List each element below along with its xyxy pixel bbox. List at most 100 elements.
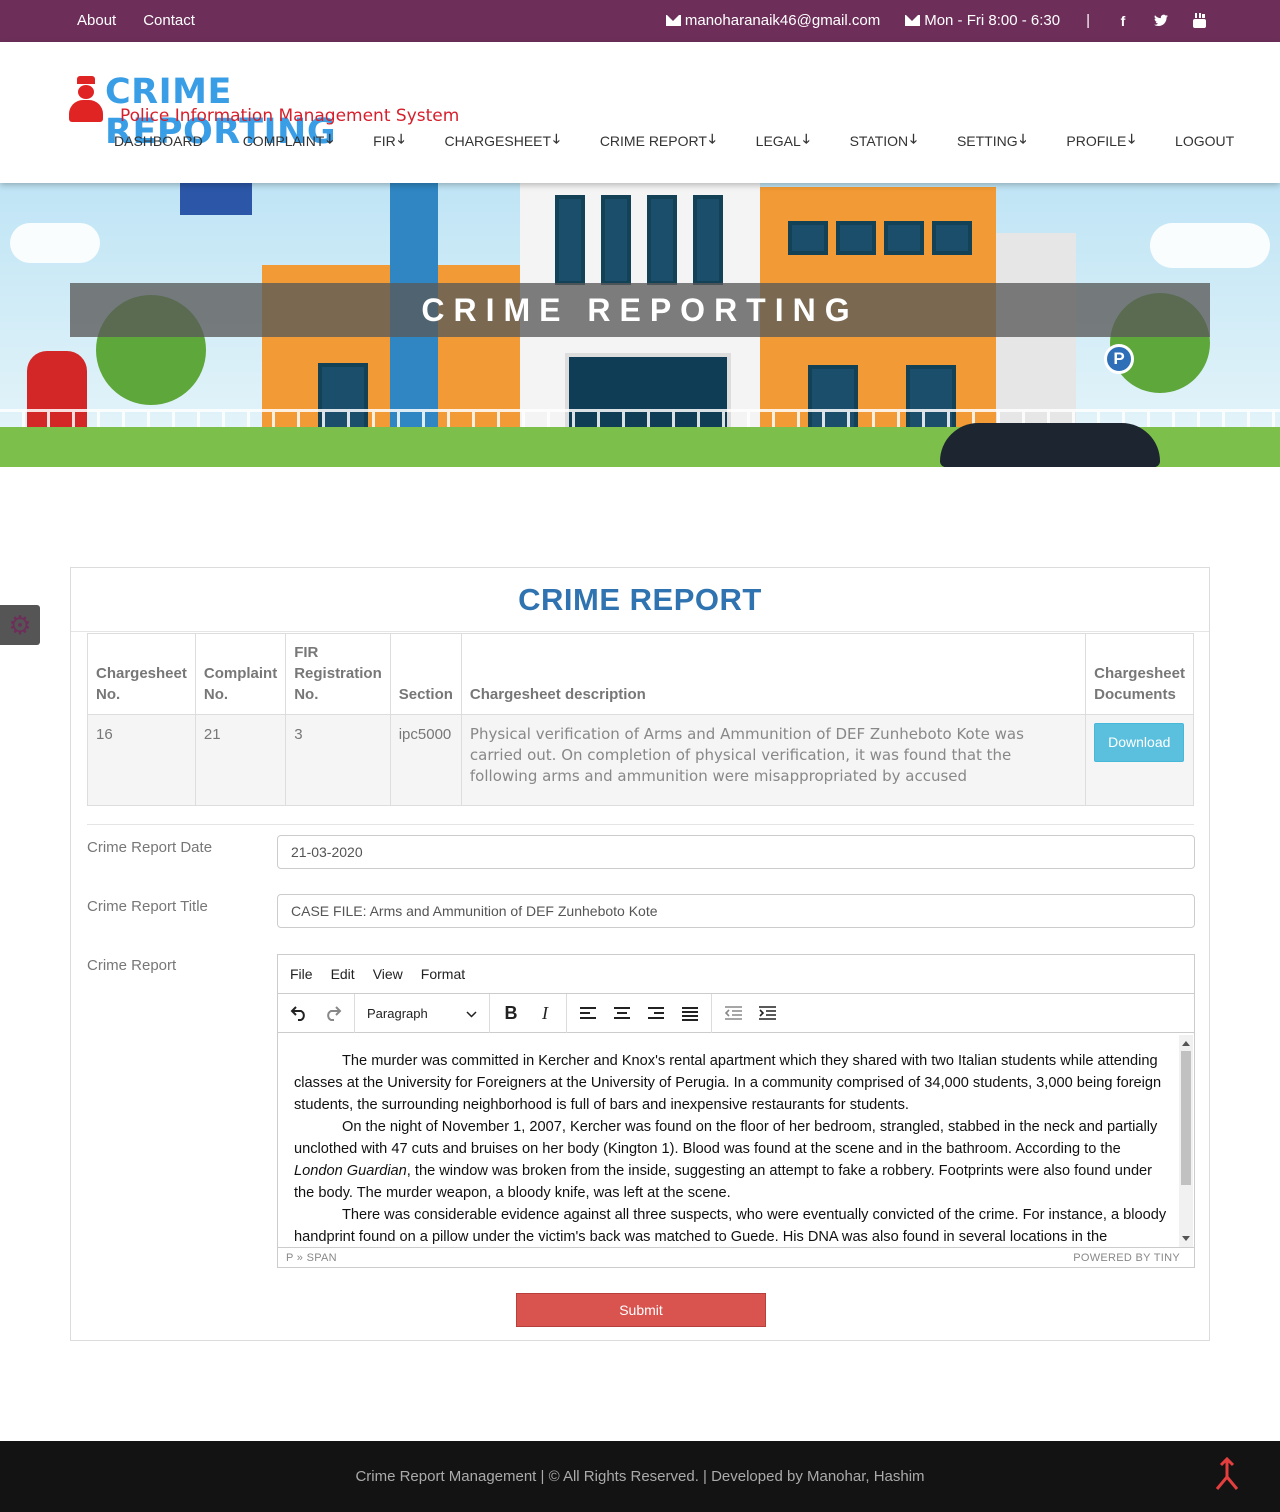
table-row: 16 21 3 ipc5000 Physical verification of… [87, 714, 1194, 806]
report-body-label: Crime Report [87, 957, 177, 974]
twitter-icon[interactable] [1154, 13, 1168, 29]
footer-text: Crime Report Management | © All Rights R… [355, 1468, 925, 1485]
hours-info: Mon - Fri 8:00 - 6:30 [905, 12, 1060, 29]
parking-sign-icon: P [1104, 344, 1134, 374]
nav-complaint[interactable]: COMPLAINT 🡓 [243, 130, 333, 152]
nav-profile[interactable]: PROFILE 🡓 [1066, 130, 1135, 152]
nav-chargesheet[interactable]: CHARGESHEET 🡓 [444, 130, 559, 152]
nav-logout[interactable]: LOGOUT [1175, 130, 1234, 152]
italic-icon[interactable]: I [528, 998, 562, 1028]
cell-section: ipc5000 [389, 714, 462, 806]
submit-button[interactable]: Submit [516, 1293, 766, 1327]
cell-description: Physical verification of Arms and Ammuni… [460, 714, 1087, 806]
menu-view[interactable]: View [373, 966, 403, 982]
editor-italic-text: London Guardian [294, 1163, 407, 1179]
site-logo[interactable]: CRIME REPORTING Police Information Manag… [68, 72, 468, 152]
editor-text: , the window was broken from the inside,… [294, 1163, 1153, 1201]
align-justify-icon[interactable] [673, 998, 707, 1028]
logo-subtitle: Police Information Management System [120, 106, 460, 126]
col-description: Chargesheet description [460, 633, 1087, 715]
menu-format[interactable]: Format [421, 966, 465, 982]
envelope-icon [665, 15, 681, 26]
main-nav: DASHBOARD COMPLAINT 🡓 FIR 🡓 CHARGESHEET 🡓 C… [114, 130, 1234, 152]
cell-fir-no: 3 [285, 714, 391, 806]
redo-icon[interactable] [316, 998, 350, 1028]
nav-fir[interactable]: FIR 🡓 [373, 130, 404, 152]
align-center-icon[interactable] [605, 998, 639, 1028]
history-group [278, 993, 355, 1033]
top-contact-info: manoharanaik46@gmail.com Mon - Fri 8:00 … [665, 12, 1206, 29]
block-format-select[interactable]: Paragraph [359, 998, 485, 1028]
crime-report-panel: CRIME REPORT Chargesheet No. Complaint N… [70, 567, 1210, 1341]
block-format-value: Paragraph [367, 1005, 428, 1021]
powered-by[interactable]: POWERED BY TINY [1073, 1252, 1180, 1264]
align-left-icon[interactable] [571, 998, 605, 1028]
download-button[interactable]: Download [1094, 723, 1185, 762]
nav-dashboard-label: DASHBOARD [114, 133, 203, 149]
report-title-label: Crime Report Title [87, 898, 208, 915]
table-header-row: Chargesheet No. Complaint No. FIR Regist… [87, 633, 1194, 715]
outdent-icon[interactable] [716, 998, 750, 1028]
align-right-icon[interactable] [639, 998, 673, 1028]
editor-toolbar: Paragraph B I [278, 993, 1194, 1033]
nav-legal-label: LEGAL [755, 133, 801, 149]
editor-scrollbar[interactable] [1179, 1035, 1193, 1247]
col-documents: Chargesheet Documents [1085, 633, 1194, 715]
site-header: CRIME REPORTING Police Information Manag… [0, 42, 1280, 183]
format-group: Paragraph [355, 993, 490, 1033]
bold-icon[interactable]: B [494, 998, 528, 1028]
top-separator: | [1086, 12, 1090, 29]
arrow-down-icon: 🡓 [708, 131, 716, 146]
col-fir-no: FIR Registration No. [285, 633, 391, 715]
report-date-field[interactable]: 21-03-2020 [277, 835, 1195, 869]
email-text: manoharanaik46@gmail.com [684, 12, 881, 29]
nav-complaint-label: COMPLAINT [242, 133, 325, 149]
arrow-down-icon: 🡓 [1019, 131, 1027, 146]
nav-dashboard[interactable]: DASHBOARD [114, 130, 203, 152]
banner-heading-band: CRIME REPORTING [70, 283, 1210, 337]
envelope-icon [905, 15, 921, 26]
nav-crime-report[interactable]: CRIME REPORT 🡓 [600, 130, 716, 152]
editor-statusbar: P » SPAN POWERED BY TINY [278, 1247, 1194, 1267]
arrow-down-icon: 🡓 [802, 131, 810, 146]
chevron-down-icon [466, 1006, 477, 1021]
nav-setting[interactable]: SETTING 🡓 [957, 130, 1026, 152]
arrow-down-icon: 🡓 [326, 131, 334, 146]
report-title-field[interactable]: CASE FILE: Arms and Ammunition of DEF Zu… [277, 894, 1195, 928]
chargesheet-table: Chargesheet No. Complaint No. FIR Regist… [87, 633, 1194, 806]
align-group [567, 993, 712, 1033]
top-links: About Contact [77, 12, 195, 29]
page-title: CRIME REPORT [518, 582, 762, 617]
rich-text-editor[interactable]: File Edit View Format Paragraph B I The … [277, 954, 1195, 1268]
youtube-icon[interactable] [1192, 13, 1206, 29]
menu-file[interactable]: File [290, 966, 313, 982]
arrow-down-icon: 🡓 [397, 131, 405, 146]
settings-gear-icon[interactable]: ⚙ [0, 605, 40, 645]
cell-complaint-no: 21 [194, 714, 287, 806]
hours-text: Mon - Fri 8:00 - 6:30 [924, 12, 1061, 29]
nav-setting-label: SETTING [956, 133, 1018, 149]
about-link[interactable]: About [77, 12, 116, 29]
arrow-down-icon: 🡓 [910, 131, 917, 146]
menu-edit[interactable]: Edit [331, 966, 355, 982]
cell-documents: Download [1085, 714, 1194, 806]
scroll-top-icon[interactable] [1212, 1454, 1242, 1494]
contact-link[interactable]: Contact [143, 12, 195, 29]
nav-logout-label: LOGOUT [1175, 133, 1235, 149]
nav-crime-report-label: CRIME REPORT [599, 133, 707, 149]
hero-banner: P CRIME REPORTING [0, 183, 1280, 467]
nav-station-label: STATION [849, 133, 909, 149]
editor-content[interactable]: The murder was committed in Kercher and … [278, 1034, 1194, 1246]
undo-icon[interactable] [282, 998, 316, 1028]
col-section: Section [389, 633, 462, 715]
cell-chargesheet-no: 16 [87, 714, 196, 806]
facebook-icon[interactable]: f [1116, 13, 1130, 29]
editor-menubar: File Edit View Format [278, 955, 1194, 994]
nav-legal[interactable]: LEGAL 🡓 [756, 130, 810, 152]
social-links: f [1116, 13, 1206, 29]
indent-icon[interactable] [750, 998, 784, 1028]
banner-heading: CRIME REPORTING [421, 291, 859, 328]
top-bar: About Contact manoharanaik46@gmail.com M… [0, 0, 1280, 42]
style-group: B I [490, 993, 567, 1033]
nav-station[interactable]: STATION 🡓 [850, 130, 917, 152]
